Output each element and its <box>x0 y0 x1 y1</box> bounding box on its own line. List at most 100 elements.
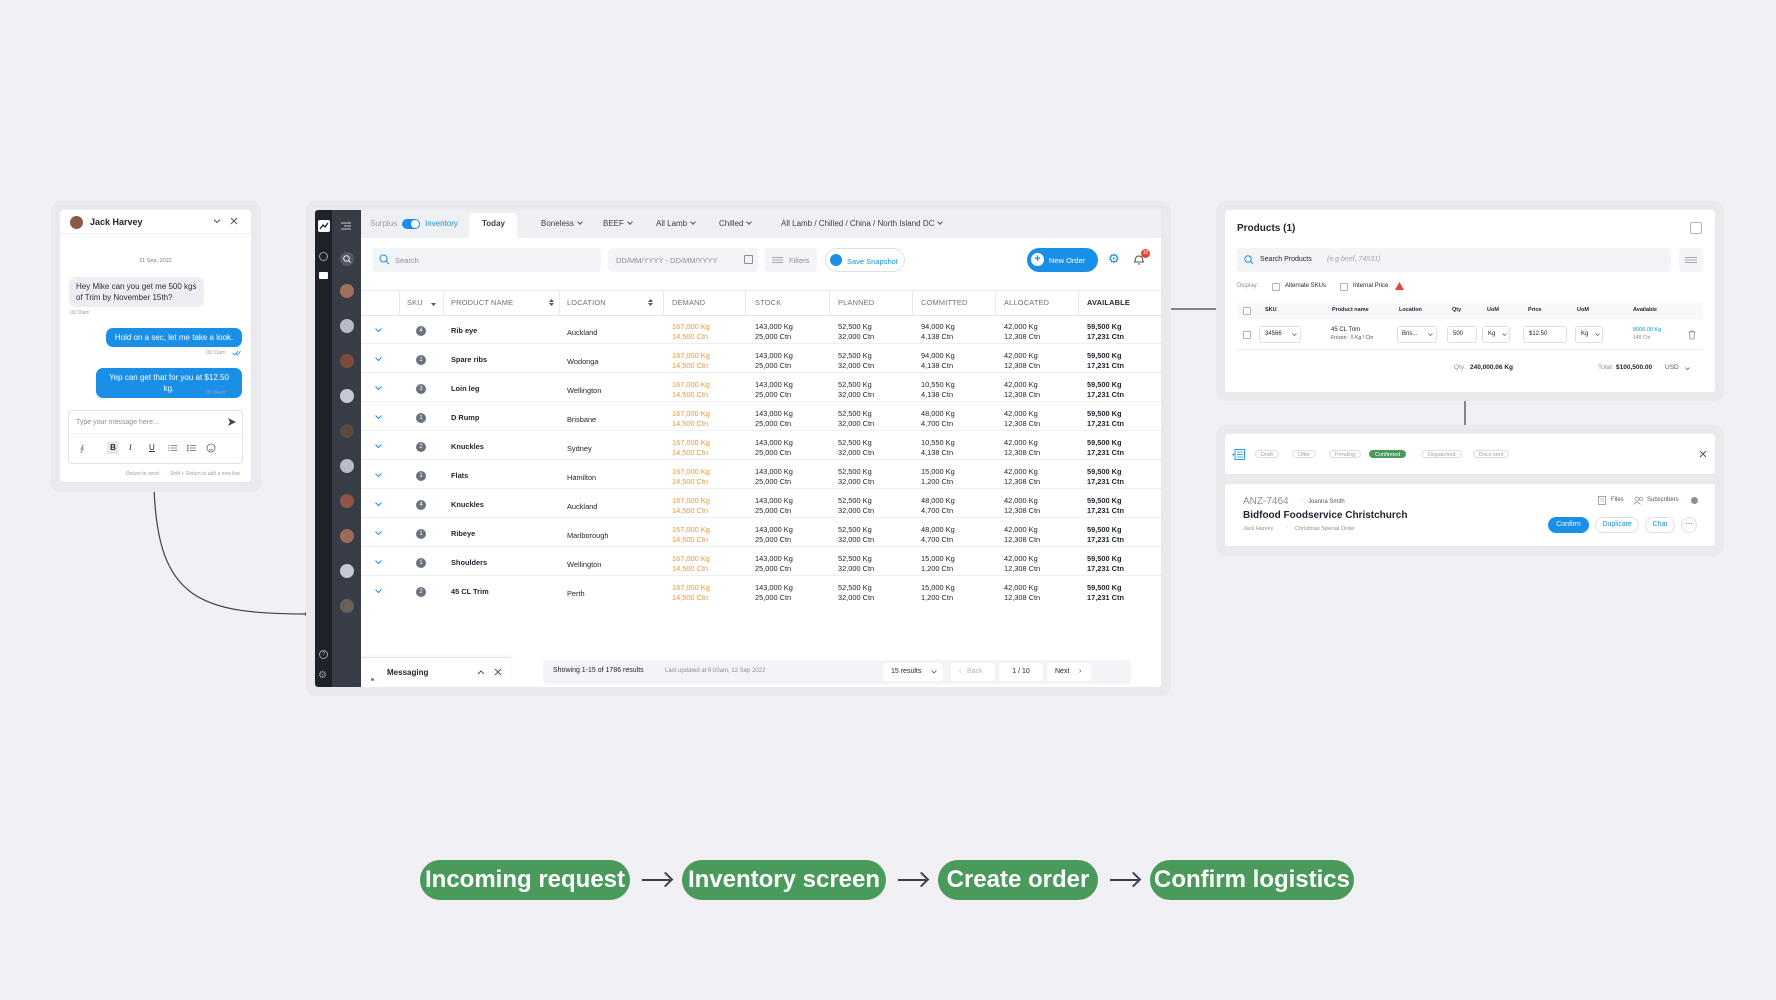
price-input[interactable]: $12.50 <box>1523 326 1567 343</box>
sort-icon[interactable] <box>648 299 653 306</box>
currency-select[interactable]: USD <box>1665 364 1679 371</box>
order-list-icon[interactable] <box>1232 449 1245 460</box>
product-name[interactable]: D Rump <box>451 413 479 423</box>
column-header-sku[interactable]: SKU <box>407 290 423 316</box>
sort-icon[interactable] <box>431 299 436 306</box>
close-icon[interactable] <box>230 217 238 225</box>
confirm-button[interactable]: Confirm <box>1548 517 1589 533</box>
search-input[interactable]: Search <box>373 248 601 272</box>
price-uom-select[interactable]: Kg <box>1575 326 1603 343</box>
column-header-available[interactable]: Available <box>1633 307 1657 313</box>
chevron-up-icon[interactable] <box>477 669 485 675</box>
bold-icon[interactable]: B <box>107 441 119 454</box>
product-name[interactable]: Spare ribs <box>451 355 487 365</box>
product-search-input[interactable]: Search Products (e.g beef, 74531) <box>1237 248 1671 272</box>
column-header-committed[interactable]: COMMITTED <box>921 290 968 316</box>
chevron-down-icon[interactable] <box>375 357 382 362</box>
column-header-uom[interactable]: UoM <box>1487 307 1499 313</box>
avatar[interactable] <box>340 529 354 543</box>
product-name[interactable]: Rib eye <box>451 326 477 336</box>
avatar[interactable] <box>340 424 354 438</box>
date-range-input[interactable]: DD/MM/YYYY - DD/MM/YYYY <box>608 248 758 272</box>
stage-docs-sent[interactable]: Docs sent <box>1473 450 1510 458</box>
filter-boneless[interactable]: Boneless <box>541 210 583 238</box>
settings-icon[interactable]: ⚙ <box>318 670 327 681</box>
chevron-down-icon[interactable] <box>375 444 382 449</box>
help-icon[interactable]: ? <box>319 650 328 659</box>
send-icon[interactable] <box>227 417 237 427</box>
table-row[interactable]: 2 45 CL Trim Perth 167,000 Kg 14,500 Ctn 143,… <box>361 579 1161 605</box>
search-icon[interactable] <box>340 252 354 266</box>
column-header-allocated[interactable]: ALLOCATED <box>1004 290 1049 316</box>
bullet-list-icon[interactable] <box>187 444 196 452</box>
column-header-uom-2[interactable]: UoM <box>1577 307 1589 313</box>
filter-breadcrumb[interactable]: All Lamb / Chilled / China / North Islan… <box>781 210 944 238</box>
avatar[interactable] <box>340 389 354 403</box>
chevron-down-icon[interactable] <box>213 217 221 225</box>
surplus-inventory-toggle[interactable] <box>402 219 420 229</box>
dashboard-icon[interactable] <box>319 252 328 261</box>
product-name[interactable]: Knuckles <box>451 500 484 510</box>
internal-price-checkbox[interactable] <box>1340 283 1348 291</box>
avatar[interactable] <box>340 564 354 578</box>
attach-icon[interactable]: ∮ <box>80 444 84 453</box>
sku-select[interactable]: 34566 <box>1259 326 1301 343</box>
table-row[interactable]: 4 Knuckles Auckland 167,000 Kg 14,500 Ctn 143… <box>361 492 1161 518</box>
product-name[interactable]: Loin leg <box>451 384 479 394</box>
next-button[interactable]: Next › <box>1047 663 1091 681</box>
underline-icon[interactable]: U <box>149 443 155 452</box>
chevron-down-icon[interactable] <box>375 502 382 507</box>
filter-chilled[interactable]: Chilled <box>719 210 753 238</box>
column-header-planned[interactable]: PLANNED <box>838 290 874 316</box>
tab-today[interactable]: Today <box>482 210 505 238</box>
column-header-location[interactable]: LOCATION <box>567 290 606 316</box>
table-row[interactable]: 1 Shoulders Wellington 167,000 Kg 14,500 Ctn… <box>361 550 1161 576</box>
column-header-price[interactable]: Price <box>1528 307 1541 313</box>
column-header-available[interactable]: AVAILABLE <box>1087 290 1130 316</box>
inventory-icon[interactable] <box>319 272 328 279</box>
table-row[interactable]: 1 Ribeye Marlborough 167,000 Kg 14,500 Ctn 14… <box>361 521 1161 547</box>
product-row[interactable]: 34566 45 CL Trim Frozen - 5 Kg / Ctn Bri… <box>1237 320 1703 350</box>
files-label[interactable]: Files <box>1611 497 1624 503</box>
avatar[interactable] <box>340 354 354 368</box>
italic-icon[interactable]: I <box>129 443 132 452</box>
alternate-skus-checkbox[interactable] <box>1272 283 1280 291</box>
column-header-demand[interactable]: DEMAND <box>672 290 705 316</box>
chevron-down-icon[interactable] <box>375 386 382 391</box>
product-name[interactable]: 45 CL Trim <box>451 587 489 597</box>
product-name-field[interactable]: 45 CL Trim Frozen - 5 Kg / Ctn <box>1325 326 1389 343</box>
column-header-stock[interactable]: STOCK <box>755 290 781 316</box>
stage-pending[interactable]: Pending <box>1329 450 1362 458</box>
avatar[interactable] <box>340 319 354 333</box>
close-icon[interactable] <box>494 668 502 676</box>
sort-icon[interactable] <box>549 299 554 306</box>
table-row[interactable]: 1 Flats Hamilton 167,000 Kg 14,500 Ctn 143,00… <box>361 463 1161 489</box>
product-name[interactable]: Ribeye <box>451 529 475 539</box>
chevron-down-icon[interactable] <box>375 589 382 594</box>
table-row[interactable]: 1 D Rump Brisbane 167,000 Kg 14,500 Ctn 143,0… <box>361 405 1161 431</box>
new-order-button[interactable]: + New Order <box>1027 248 1098 272</box>
tab-surplus[interactable]: Surplus <box>370 210 397 238</box>
column-header-sku[interactable]: SKU <box>1265 307 1277 313</box>
location-select[interactable]: Bris... <box>1397 326 1437 343</box>
filters-button[interactable]: Filters <box>765 248 817 272</box>
avatar[interactable] <box>340 599 354 613</box>
save-snapshot-button[interactable]: Save Snapshot <box>825 248 905 272</box>
column-header-location[interactable]: Location <box>1399 307 1422 313</box>
chevron-down-icon[interactable] <box>375 531 382 536</box>
product-name[interactable]: Shoulders <box>451 558 487 568</box>
product-name[interactable]: Knuckles <box>451 442 484 452</box>
emoji-icon[interactable] <box>206 443 216 453</box>
close-icon[interactable] <box>1699 450 1707 458</box>
stage-offer[interactable]: Offer <box>1292 450 1317 458</box>
message-input[interactable]: Type your message here... <box>76 419 159 426</box>
back-button[interactable]: ‹ Back <box>951 663 995 681</box>
uom-select[interactable]: Kg <box>1482 326 1510 343</box>
avatar[interactable] <box>340 284 354 298</box>
avatar[interactable] <box>340 494 354 508</box>
logo-icon[interactable] <box>318 220 330 232</box>
trash-icon[interactable] <box>1688 330 1696 340</box>
subscribers-label[interactable]: Subscribers <box>1647 497 1679 503</box>
chat-button[interactable]: Chat <box>1645 517 1675 533</box>
column-header-qty[interactable]: Qty <box>1452 307 1461 313</box>
